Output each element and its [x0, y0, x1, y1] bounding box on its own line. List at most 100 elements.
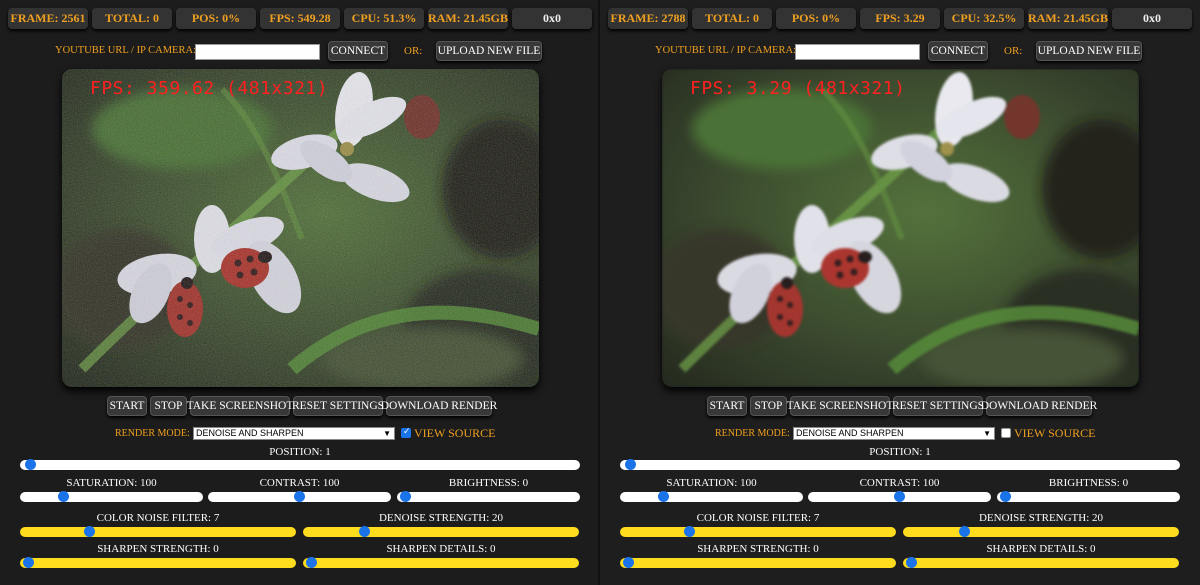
- sharpen-details-slider[interactable]: [903, 557, 1179, 568]
- brightness-slider-thumb[interactable]: [400, 491, 412, 502]
- fps-stat: FPS: 549.28: [260, 8, 340, 29]
- contrast-slider-thumb[interactable]: [894, 491, 905, 502]
- sharpen-strength-label: SHARPEN STRENGTH: 0: [697, 543, 819, 555]
- download-render-button[interactable]: DOWNLOAD RENDER: [381, 396, 497, 416]
- color-noise-slider[interactable]: [20, 526, 296, 537]
- contrast-slider[interactable]: [808, 491, 991, 502]
- view-source-checkbox[interactable]: [401, 427, 411, 438]
- chevron-down-icon: ▼: [383, 429, 391, 438]
- take-screenshot-button[interactable]: TAKE SCREENSHOT: [187, 396, 293, 416]
- sharpen-strength-label: SHARPEN STRENGTH: 0: [97, 543, 219, 555]
- denoise-slider[interactable]: [903, 526, 1179, 537]
- contrast-slider[interactable]: [208, 491, 391, 502]
- left-processing-panel: FRAME: 2561 TOTAL: 0 POS: 0% FPS: 549.28…: [0, 0, 600, 585]
- brightness-slider[interactable]: [997, 491, 1180, 502]
- brightness-slider[interactable]: [397, 491, 580, 502]
- frame-stat: FRAME: 2788: [608, 8, 688, 29]
- cpu-stat: CPU: 51.3%: [344, 8, 424, 29]
- total-stat: TOTAL: 0: [692, 8, 772, 29]
- brightness-label: BRIGHTNESS: 0: [448, 477, 529, 489]
- saturation-slider-thumb[interactable]: [57, 491, 69, 502]
- chevron-down-icon: ▼: [983, 429, 991, 438]
- sharpen-strength-slider-thumb[interactable]: [22, 557, 34, 568]
- url-input[interactable]: [195, 44, 320, 60]
- upload-file-button[interactable]: UPLOAD NEW FILE: [1036, 41, 1142, 61]
- saturation-slider[interactable]: [620, 491, 803, 502]
- render-mode-value: DENOISE AND SHARPEN: [196, 428, 304, 438]
- total-stat: TOTAL: 0: [92, 8, 172, 29]
- stop-button[interactable]: STOP: [150, 396, 187, 416]
- pos-stat: POS: 0%: [776, 8, 856, 29]
- saturation-label: SATURATION: 100: [66, 477, 157, 489]
- right-processing-panel: FRAME: 2788 TOTAL: 0 POS: 0% FPS: 3.29 C…: [600, 0, 1200, 585]
- denoise-label: DENOISE STRENGTH: 20: [978, 512, 1104, 524]
- or-label: OR:: [404, 45, 423, 57]
- saturation-slider[interactable]: [20, 491, 203, 502]
- denoise-slider-thumb[interactable]: [358, 526, 370, 537]
- brightness-slider-thumb[interactable]: [1000, 491, 1012, 502]
- upload-file-button[interactable]: UPLOAD NEW FILE: [436, 41, 542, 61]
- sharpen-details-label: SHARPEN DETAILS: 0: [986, 543, 1096, 555]
- position-slider[interactable]: [620, 459, 1180, 470]
- frame-stat: FRAME: 2561: [8, 8, 88, 29]
- sharpen-details-slider-thumb[interactable]: [305, 557, 317, 568]
- fps-overlay-text: FPS: 3.29 (481x321): [690, 78, 906, 99]
- sharpen-details-label: SHARPEN DETAILS: 0: [386, 543, 496, 555]
- reset-settings-button[interactable]: RESET SETTINGS: [892, 396, 984, 416]
- saturation-label: SATURATION: 100: [666, 477, 757, 489]
- brightness-label: BRIGHTNESS: 0: [1048, 477, 1129, 489]
- view-source-label: VIEW SOURCE: [414, 426, 496, 440]
- color-noise-slider[interactable]: [620, 526, 896, 537]
- start-button[interactable]: START: [707, 396, 747, 416]
- sharpen-details-slider-thumb[interactable]: [905, 557, 917, 568]
- color-noise-slider-thumb[interactable]: [83, 526, 95, 537]
- view-source-checkbox[interactable]: [1001, 428, 1011, 438]
- position-slider-thumb[interactable]: [625, 459, 637, 470]
- start-button[interactable]: START: [107, 396, 147, 416]
- resolution-stat: 0x0: [512, 8, 592, 29]
- render-mode-select[interactable]: DENOISE AND SHARPEN ▼: [793, 427, 995, 440]
- download-render-button[interactable]: DOWNLOAD RENDER: [981, 396, 1097, 416]
- ram-stat: RAM: 21.45GB: [1028, 8, 1108, 29]
- connect-button[interactable]: CONNECT: [928, 41, 988, 61]
- position-slider-thumb[interactable]: [25, 459, 37, 470]
- video-preview: FPS: 359.62 (481x321): [62, 69, 539, 387]
- take-screenshot-button[interactable]: TAKE SCREENSHOT: [787, 396, 893, 416]
- sharpen-strength-slider-thumb[interactable]: [622, 557, 634, 568]
- sharpen-details-slider[interactable]: [303, 557, 579, 568]
- url-label: YOUTUBE URL / IP CAMERA:: [655, 45, 796, 56]
- sharpen-strength-slider[interactable]: [620, 557, 896, 568]
- stats-bar: FRAME: 2561 TOTAL: 0 POS: 0% FPS: 549.28…: [8, 8, 592, 29]
- view-source-label: VIEW SOURCE: [1014, 426, 1096, 440]
- connect-button[interactable]: CONNECT: [328, 41, 388, 61]
- color-noise-label: COLOR NOISE FILTER: 7: [696, 512, 820, 524]
- contrast-slider-thumb[interactable]: [294, 491, 305, 502]
- denoise-slider[interactable]: [303, 526, 579, 537]
- position-slider[interactable]: [20, 459, 580, 470]
- render-mode-label: RENDER MODE:: [715, 428, 790, 439]
- or-label: OR:: [1004, 45, 1023, 57]
- render-mode-value: DENOISE AND SHARPEN: [796, 428, 904, 438]
- denoise-slider-thumb[interactable]: [958, 526, 970, 537]
- color-noise-label: COLOR NOISE FILTER: 7: [96, 512, 220, 524]
- saturation-slider-thumb[interactable]: [657, 491, 669, 502]
- url-input[interactable]: [795, 44, 920, 60]
- ram-stat: RAM: 21.45GB: [428, 8, 508, 29]
- reset-settings-button[interactable]: RESET SETTINGS: [292, 396, 384, 416]
- pos-stat: POS: 0%: [176, 8, 256, 29]
- render-mode-row: RENDER MODE: DENOISE AND SHARPEN ▼ VIEW …: [0, 426, 600, 440]
- video-frame-image: [62, 69, 539, 387]
- url-row: YOUTUBE URL / IP CAMERA: CONNECT OR: UPL…: [0, 41, 600, 61]
- resolution-stat: 0x0: [1112, 8, 1192, 29]
- contrast-label: CONTRAST: 100: [259, 477, 340, 489]
- cpu-stat: CPU: 32.5%: [944, 8, 1024, 29]
- stop-button[interactable]: STOP: [750, 396, 787, 416]
- fps-overlay-text: FPS: 359.62 (481x321): [90, 78, 329, 99]
- url-row: YOUTUBE URL / IP CAMERA: CONNECT OR: UPL…: [600, 41, 1200, 61]
- color-noise-slider-thumb[interactable]: [683, 526, 695, 537]
- render-mode-select[interactable]: DENOISE AND SHARPEN ▼: [193, 427, 395, 440]
- video-preview: FPS: 3.29 (481x321): [662, 69, 1139, 387]
- render-mode-label: RENDER MODE:: [115, 428, 190, 439]
- playback-controls: START STOP TAKE SCREENSHOT RESET SETTING…: [600, 396, 1200, 416]
- sharpen-strength-slider[interactable]: [20, 557, 296, 568]
